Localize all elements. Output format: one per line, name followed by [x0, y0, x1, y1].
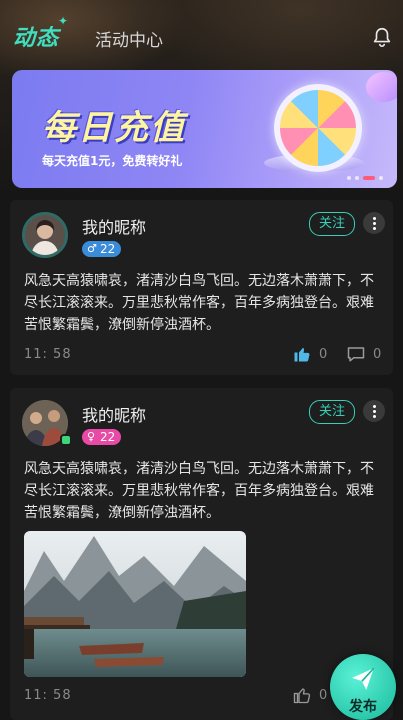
gender-age-badge: ♂ 22 [82, 241, 122, 257]
bell-icon[interactable] [371, 26, 393, 48]
banner-pagination [347, 176, 383, 180]
nickname[interactable]: 我的昵称 [82, 214, 146, 238]
post-time: 11: 58 [24, 688, 72, 703]
thumbs-up-outline-icon[interactable] [293, 686, 311, 704]
tab-feed-label: 动态 [13, 26, 60, 51]
person-icon [25, 215, 65, 255]
post-content: 风急天高猿啸哀，渚清沙白鸟飞回。无边落木萧萧下，不尽长江滚滚来。万里悲秋常作客，… [24, 461, 374, 521]
post-card: 我的昵称 ♂ 22 关注 风急天高猿啸哀，渚清沙白鸟飞回。无边落木萧萧下，不尽长… [10, 200, 393, 375]
nickname[interactable]: 我的昵称 [82, 402, 146, 426]
follow-button[interactable]: 关注 [309, 400, 355, 424]
gender-age-badge: ♀ 22 [82, 429, 122, 445]
tab-feed[interactable]: 动态 ✦ [13, 14, 68, 52]
pagination-dot-active [363, 176, 375, 180]
mountain-lake-photo [24, 531, 246, 677]
pagination-dot [379, 176, 383, 180]
age-value: 22 [100, 430, 116, 444]
male-icon: ♂ [87, 242, 97, 255]
like-count: 0 [319, 688, 328, 703]
more-options-icon[interactable] [363, 400, 385, 422]
comment-count: 0 [373, 347, 382, 362]
banner-subtitle: 每天充值1元，免费转好礼 [42, 154, 183, 168]
sparkle-icon: ✦ [57, 14, 70, 28]
tab-activity-center[interactable]: 活动中心 [95, 26, 163, 51]
post-image[interactable] [24, 531, 246, 677]
more-options-icon[interactable] [363, 212, 385, 234]
planet-icon [366, 72, 397, 102]
comment-icon[interactable] [347, 346, 365, 362]
banner-title: 每日充值 [42, 108, 186, 148]
like-count: 0 [319, 347, 328, 362]
top-bar: 动态 ✦ 活动中心 [0, 0, 403, 66]
post-content: 风急天高猿啸哀，渚清沙白鸟飞回。无边落木萧萧下，不尽长江滚滚来。万里悲秋常作客，… [24, 273, 374, 333]
age-value: 22 [100, 242, 116, 256]
pagination-dot [355, 176, 359, 180]
paper-plane-icon [352, 667, 375, 690]
publish-button[interactable]: 发布 [330, 654, 396, 720]
post-time: 11: 58 [24, 347, 72, 362]
follow-button[interactable]: 关注 [309, 212, 355, 236]
avatar[interactable] [22, 212, 68, 258]
pagination-dot [347, 176, 351, 180]
female-icon: ♀ [87, 430, 96, 443]
prize-wheel-icon [274, 84, 362, 172]
publish-label: 发布 [349, 699, 377, 715]
thumbs-up-icon[interactable] [293, 345, 311, 363]
recharge-banner[interactable]: 每日充值 每天充值1元，免费转好礼 [12, 70, 397, 188]
online-status-dot [60, 434, 72, 446]
